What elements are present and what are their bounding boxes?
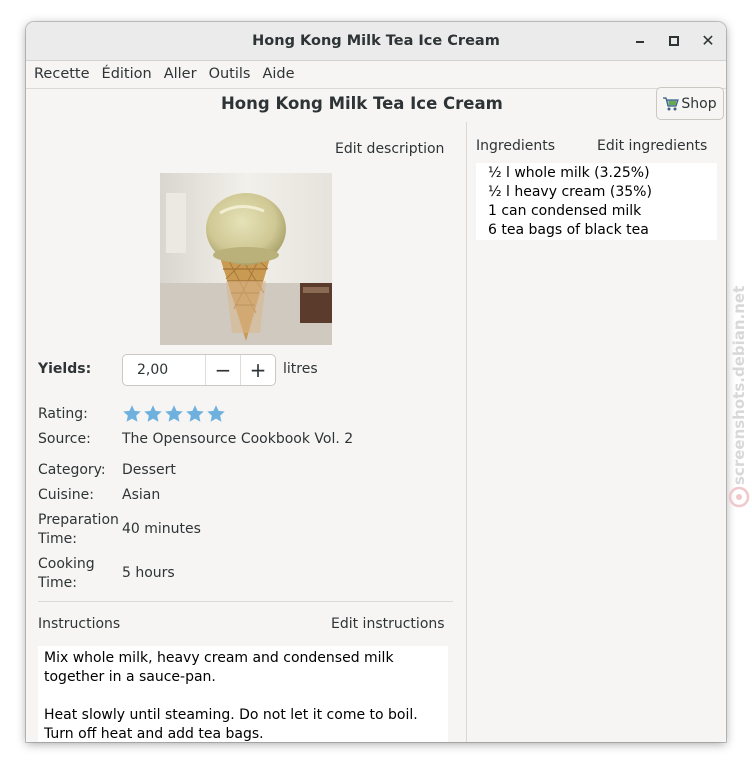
edit-instructions-button[interactable]: Edit instructions xyxy=(331,616,445,632)
menu-outils[interactable]: Outils xyxy=(203,61,257,88)
minimize-button[interactable] xyxy=(630,31,650,51)
ice-cream-image xyxy=(160,173,332,345)
ingredient-item[interactable]: ½ l heavy cream (35%) xyxy=(488,183,705,202)
window-title: Hong Kong Milk Tea Ice Cream xyxy=(252,33,500,49)
cook-time-value: 5 hours xyxy=(122,565,175,581)
yields-spinner[interactable]: 2,00 − + xyxy=(122,354,276,386)
yields-input[interactable]: 2,00 xyxy=(123,355,205,385)
source-value: The Opensource Cookbook Vol. 2 xyxy=(122,431,354,447)
prep-time-label-line1: Preparation xyxy=(38,512,119,528)
minus-icon: − xyxy=(214,358,232,382)
instructions-label: Instructions xyxy=(38,616,121,632)
cuisine-label: Cuisine: xyxy=(38,487,94,503)
star-icon[interactable] xyxy=(206,404,226,424)
star-icon[interactable] xyxy=(122,404,142,424)
edit-description-button[interactable]: Edit description xyxy=(335,141,444,157)
star-icon[interactable] xyxy=(185,404,205,424)
shop-button[interactable]: Shop xyxy=(656,87,724,120)
shop-button-label: Shop xyxy=(681,95,717,112)
recipe-title: Hong Kong Milk Tea Ice Cream xyxy=(221,94,503,113)
ingredients-label: Ingredients xyxy=(476,138,555,154)
cook-time-label-line2: Time: xyxy=(38,575,77,591)
edit-ingredients-button[interactable]: Edit ingredients xyxy=(597,138,707,154)
prep-time-value: 40 minutes xyxy=(122,521,201,537)
plus-icon: + xyxy=(249,358,267,382)
app-window: Hong Kong Milk Tea Ice Cream ✕ Recette É… xyxy=(26,22,726,742)
cook-time-label-line1: Cooking xyxy=(38,556,95,572)
shopping-cart-icon xyxy=(663,96,680,110)
star-icon[interactable] xyxy=(143,404,163,424)
menu-aller[interactable]: Aller xyxy=(158,61,203,88)
menu-bar: Recette Édition Aller Outils Aide xyxy=(26,61,726,89)
increase-button[interactable]: + xyxy=(240,355,275,385)
debian-watermark: screenshots.debian.net xyxy=(728,286,750,508)
maximize-icon xyxy=(669,36,679,46)
decrease-button[interactable]: − xyxy=(205,355,240,385)
menu-edition[interactable]: Édition xyxy=(96,61,158,88)
instructions-text[interactable]: Mix whole milk, heavy cream and condense… xyxy=(38,646,448,742)
instruction-line: Heat slowly until steaming. Do not let i… xyxy=(44,707,418,723)
section-separator xyxy=(38,601,453,602)
instruction-line: Turn off heat and add tea bags. xyxy=(44,726,264,742)
yields-label: Yields: xyxy=(38,361,92,377)
ingredient-item[interactable]: 6 tea bags of black tea xyxy=(488,221,705,240)
category-value: Dessert xyxy=(122,462,176,478)
menu-recette[interactable]: Recette xyxy=(28,61,96,88)
rating-stars[interactable] xyxy=(122,404,226,424)
ingredients-list[interactable]: ½ l whole milk (3.25%) ½ l heavy cream (… xyxy=(476,163,717,240)
ingredient-item[interactable]: 1 can condensed milk xyxy=(488,202,705,221)
minimize-icon xyxy=(636,41,644,43)
title-bar[interactable]: Hong Kong Milk Tea Ice Cream ✕ xyxy=(26,22,726,61)
pane-divider[interactable] xyxy=(466,122,467,742)
menu-aide[interactable]: Aide xyxy=(256,61,300,88)
close-button[interactable]: ✕ xyxy=(698,31,718,51)
category-label: Category: xyxy=(38,462,106,478)
instruction-line: Mix whole milk, heavy cream and condense… xyxy=(44,650,394,685)
yields-unit: litres xyxy=(283,361,318,377)
ingredient-item[interactable]: ½ l whole milk (3.25%) xyxy=(488,164,705,183)
maximize-button[interactable] xyxy=(664,31,684,51)
cuisine-value: Asian xyxy=(122,487,161,503)
star-icon[interactable] xyxy=(164,404,184,424)
source-label: Source: xyxy=(38,431,91,447)
prep-time-label-line2: Time: xyxy=(38,531,77,547)
recipe-photo[interactable] xyxy=(160,173,332,345)
close-icon: ✕ xyxy=(701,31,715,50)
watermark-text: screenshots.debian.net xyxy=(730,286,748,485)
rating-label: Rating: xyxy=(38,406,88,422)
